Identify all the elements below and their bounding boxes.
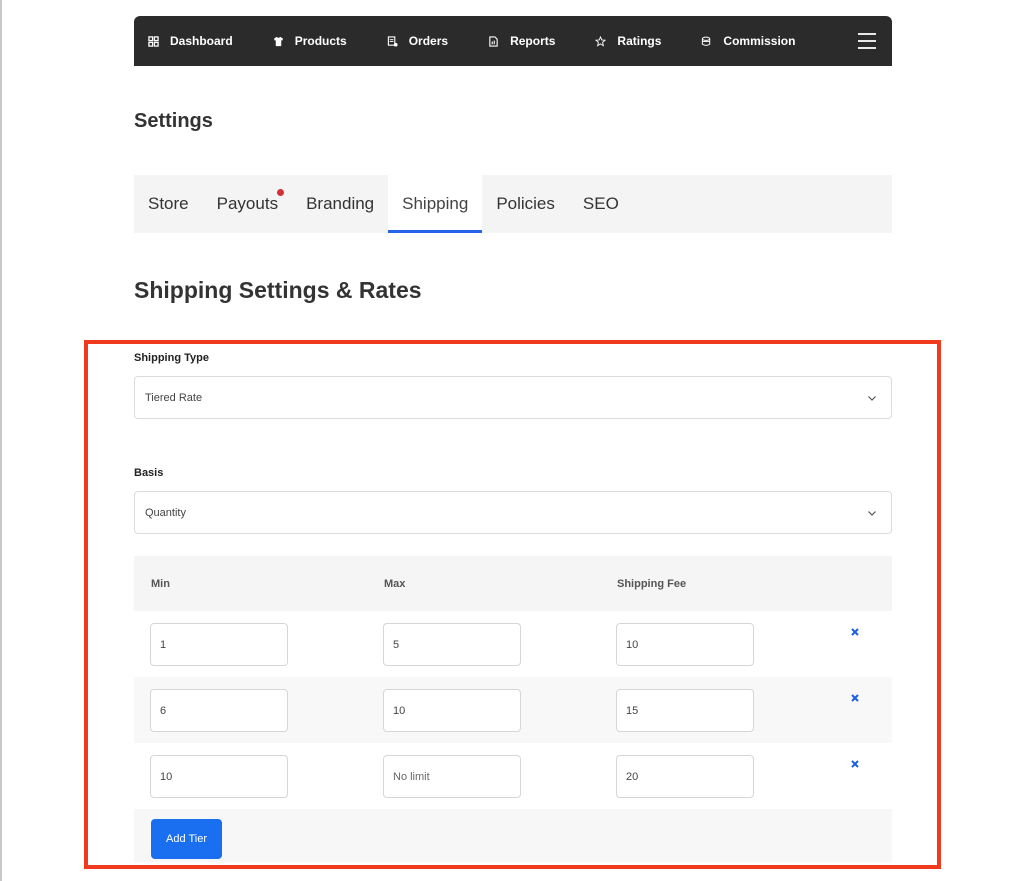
top-nav: Dashboard Products Orders Reports Rating… bbox=[134, 16, 892, 66]
hamburger-menu-icon[interactable] bbox=[858, 33, 876, 49]
nav-item-label: Dashboard bbox=[170, 34, 233, 48]
shirt-icon bbox=[273, 36, 283, 46]
tab-label: Shipping bbox=[402, 194, 469, 213]
star-icon bbox=[595, 35, 607, 47]
orders-icon bbox=[387, 35, 398, 47]
page-title: Settings bbox=[134, 110, 213, 132]
tab-seo[interactable]: SEO bbox=[569, 175, 633, 233]
tab-payouts[interactable]: Payouts bbox=[203, 175, 292, 233]
report-icon bbox=[489, 35, 498, 47]
tab-label: Store bbox=[148, 194, 189, 213]
tab-label: Branding bbox=[306, 194, 375, 213]
tab-label: SEO bbox=[582, 194, 619, 213]
highlight-box bbox=[84, 340, 941, 869]
settings-tabs: Store Payouts Branding Shipping Policies… bbox=[134, 175, 892, 233]
tab-branding[interactable]: Branding bbox=[292, 175, 388, 233]
tab-label: Policies bbox=[496, 194, 555, 213]
grid-icon bbox=[148, 35, 159, 47]
nav-item-reports[interactable]: Reports bbox=[488, 26, 555, 56]
tab-label: Payouts bbox=[216, 194, 279, 213]
tab-shipping[interactable]: Shipping bbox=[388, 175, 483, 233]
nav-item-orders[interactable]: Orders bbox=[387, 26, 448, 56]
nav-item-label: Commission bbox=[723, 34, 796, 48]
notification-dot bbox=[277, 189, 285, 196]
window-edge bbox=[0, 0, 2, 881]
nav-item-dashboard[interactable]: Dashboard bbox=[148, 26, 233, 56]
nav-item-label: Products bbox=[294, 34, 347, 48]
section-title: Shipping Settings & Rates bbox=[134, 277, 422, 303]
nav-item-products[interactable]: Products bbox=[273, 26, 347, 56]
nav-item-label: Orders bbox=[408, 34, 449, 48]
nav-item-label: Ratings bbox=[617, 34, 662, 48]
tab-policies[interactable]: Policies bbox=[482, 175, 569, 233]
commission-icon bbox=[702, 36, 711, 46]
nav-item-commission[interactable]: Commission bbox=[701, 26, 795, 56]
tab-store[interactable]: Store bbox=[134, 175, 203, 233]
nav-item-ratings[interactable]: Ratings bbox=[595, 26, 661, 56]
nav-item-label: Reports bbox=[510, 34, 556, 48]
